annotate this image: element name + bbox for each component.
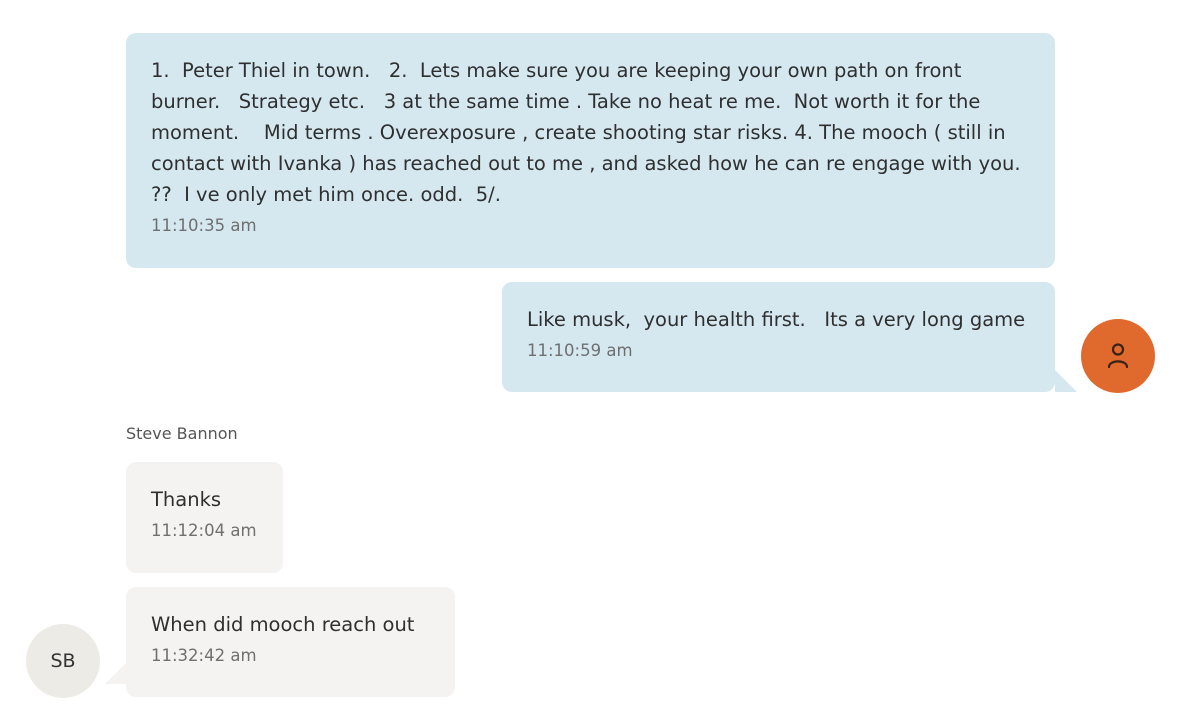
user-icon [1107,343,1129,369]
sender-avatar[interactable]: SB [26,624,100,698]
message-text: When did mooch reach out [151,613,415,636]
my-avatar[interactable] [1081,319,1155,393]
message-timestamp: 11:10:59 am [527,341,633,360]
message-bubble-incoming[interactable]: Thanks 11:12:04 am [126,462,283,573]
message-bubble-incoming[interactable]: When did mooch reach out 11:32:42 am [126,587,455,697]
message-bubble-outgoing[interactable]: 1. Peter Thiel in town. 2. Lets make sur… [126,33,1055,268]
sender-initials: SB [50,650,76,672]
message-timestamp: 11:12:04 am [151,521,257,540]
chat-thread: 1. Peter Thiel in town. 2. Lets make sur… [0,0,1200,723]
sender-name: Steve Bannon [126,424,238,443]
message-text: Like musk, your health first. Its a very… [527,308,1026,331]
bubble-tail [105,662,127,684]
message-text: 1. Peter Thiel in town. 2. Lets make sur… [151,59,1027,206]
message-bubble-outgoing[interactable]: Like musk, your health first. Its a very… [502,282,1055,392]
bubble-tail [1055,370,1077,392]
message-timestamp: 11:10:35 am [151,216,257,235]
message-timestamp: 11:32:42 am [151,646,257,665]
message-text: Thanks [151,488,222,511]
